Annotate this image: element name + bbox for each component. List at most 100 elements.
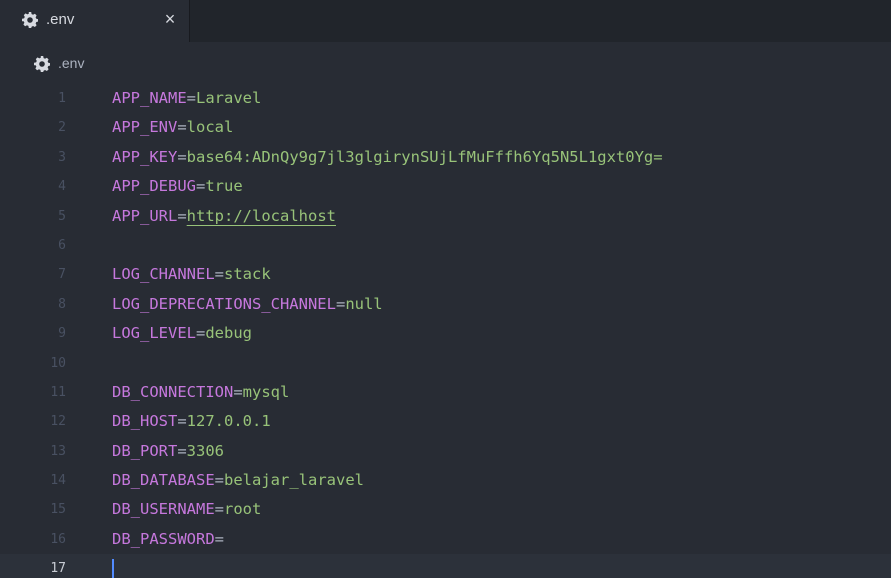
line-number: 2 [58,120,66,136]
env-key: DB_PORT [112,441,178,460]
env-key: DB_PASSWORD [112,529,215,548]
env-value: base64:ADnQy9g7jl3glgirynSUjLfMuFffh6Yq5… [186,147,663,166]
close-icon[interactable]: × [160,9,180,29]
line-number: 16 [50,531,66,547]
env-key: DB_USERNAME [112,500,215,519]
env-key: DB_CONNECTION [112,382,234,401]
code-line[interactable]: 4 APP_DEBUG=true [0,172,891,201]
equals-sign: = [177,206,187,225]
env-value: true [205,177,243,196]
text-cursor [112,559,114,578]
code-line[interactable]: 9 LOG_LEVEL=debug [0,319,891,348]
code-line[interactable]: 3 APP_KEY=base64:ADnQy9g7jl3glgirynSUjLfM… [0,143,891,172]
code-line[interactable]: 2 APP_ENV=local [0,113,891,142]
equals-sign: = [335,294,346,313]
code-text: APP_URL=http://localhost [112,202,336,231]
env-key: LOG_LEVEL [112,324,196,343]
env-value: mysql [242,382,290,401]
env-key: LOG_DEPRECATIONS_CHANNEL [112,294,336,313]
line-number: 12 [50,414,66,430]
equals-sign: = [177,412,187,431]
line-number: 1 [58,91,66,106]
equals-sign: = [233,382,243,401]
equals-sign: = [196,177,206,196]
env-value: 3306 [186,441,224,460]
editor-window: .env × .env 1 APP_NAME=Laravel 2 APP_ENV=lo… [0,0,891,578]
code-line[interactable]: 1 APP_NAME=Laravel [0,84,891,113]
equals-sign: = [214,471,224,490]
gear-icon [34,56,51,72]
code-text: APP_ENV=local [112,113,233,142]
line-number: 10 [50,355,66,371]
line-number: 3 [58,149,66,165]
code-line[interactable]: 5 APP_URL=http://localhost [0,202,891,231]
code-line[interactable]: 12 DB_HOST=127.0.0.1 [0,407,891,436]
env-value: 127.0.0.1 [186,412,271,431]
env-value: root [224,500,262,519]
code-line[interactable]: 15 DB_USERNAME=root [0,495,891,524]
env-key: APP_NAME [112,89,187,107]
tab-env[interactable]: .env × [0,0,190,42]
env-value: local [186,118,234,137]
code-editor[interactable]: 1 APP_NAME=Laravel 2 APP_ENV=local 3 APP_KEY=… [0,84,891,578]
equals-sign: = [177,118,187,137]
line-number: 15 [50,502,66,518]
code-line[interactable]: 8 LOG_DEPRECATIONS_CHANNEL=null [0,290,891,319]
line-number: 14 [50,473,66,489]
env-key: APP_ENV [112,118,178,137]
code-line[interactable]: 11 DB_CONNECTION=mysql [0,378,891,407]
code-line[interactable]: 16 DB_PASSWORD= [0,525,891,554]
code-line[interactable]: 7 LOG_CHANNEL=stack [0,260,891,289]
code-text: DB_USERNAME=root [112,495,261,524]
equals-sign: = [214,529,224,548]
equals-sign: = [186,89,196,107]
equals-sign: = [177,147,187,166]
code-text: LOG_LEVEL=debug [112,319,252,348]
env-value: stack [224,265,271,284]
line-number: 8 [58,296,66,312]
code-text: APP_NAME=Laravel [112,84,261,113]
env-key: LOG_CHANNEL [112,265,215,284]
line-number: 6 [58,237,66,253]
code-line[interactable]: 6 [0,231,891,260]
env-key: DB_DATABASE [112,471,215,490]
code-text: DB_DATABASE=belajar_laravel [112,466,364,495]
line-number: 9 [58,326,66,342]
gear-icon [22,12,39,28]
env-value: belajar_laravel [224,471,364,490]
code-line[interactable]: 14 DB_DATABASE=belajar_laravel [0,466,891,495]
env-key: APP_KEY [112,147,178,166]
env-key: APP_DEBUG [112,177,196,196]
env-value-link[interactable]: http://localhost [187,207,336,225]
code-line[interactable]: 17 [0,554,891,578]
line-number: 17 [50,561,66,577]
line-number: 11 [50,384,66,400]
equals-sign: = [196,324,206,343]
code-text: DB_PORT=3306 [112,437,224,466]
code-text: DB_CONNECTION=mysql [112,378,289,407]
env-key: DB_HOST [112,412,178,431]
code-text: DB_PASSWORD= [112,525,224,554]
env-value: debug [205,324,253,343]
equals-sign: = [177,441,187,460]
tab-bar: .env × [0,0,891,42]
code-text: APP_KEY=base64:ADnQy9g7jl3glgirynSUjLfMu… [112,143,663,172]
line-number: 4 [58,179,66,195]
env-value: Laravel [196,89,262,107]
breadcrumb-file[interactable]: .env [58,55,84,71]
code-text: LOG_DEPRECATIONS_CHANNEL=null [112,290,383,319]
equals-sign: = [214,500,224,519]
env-key: APP_URL [112,206,178,225]
line-number: 7 [58,267,66,283]
code-line[interactable]: 13 DB_PORT=3306 [0,437,891,466]
code-line[interactable]: 10 [0,349,891,378]
equals-sign: = [214,265,224,284]
env-value: null [345,294,383,313]
line-number: 13 [50,443,66,459]
line-number: 5 [58,208,66,224]
code-text: LOG_CHANNEL=stack [112,260,271,289]
breadcrumb: .env [0,52,300,76]
code-text: DB_HOST=127.0.0.1 [112,407,271,436]
tab-title: .env [46,11,75,28]
code-text: APP_DEBUG=true [112,172,243,201]
